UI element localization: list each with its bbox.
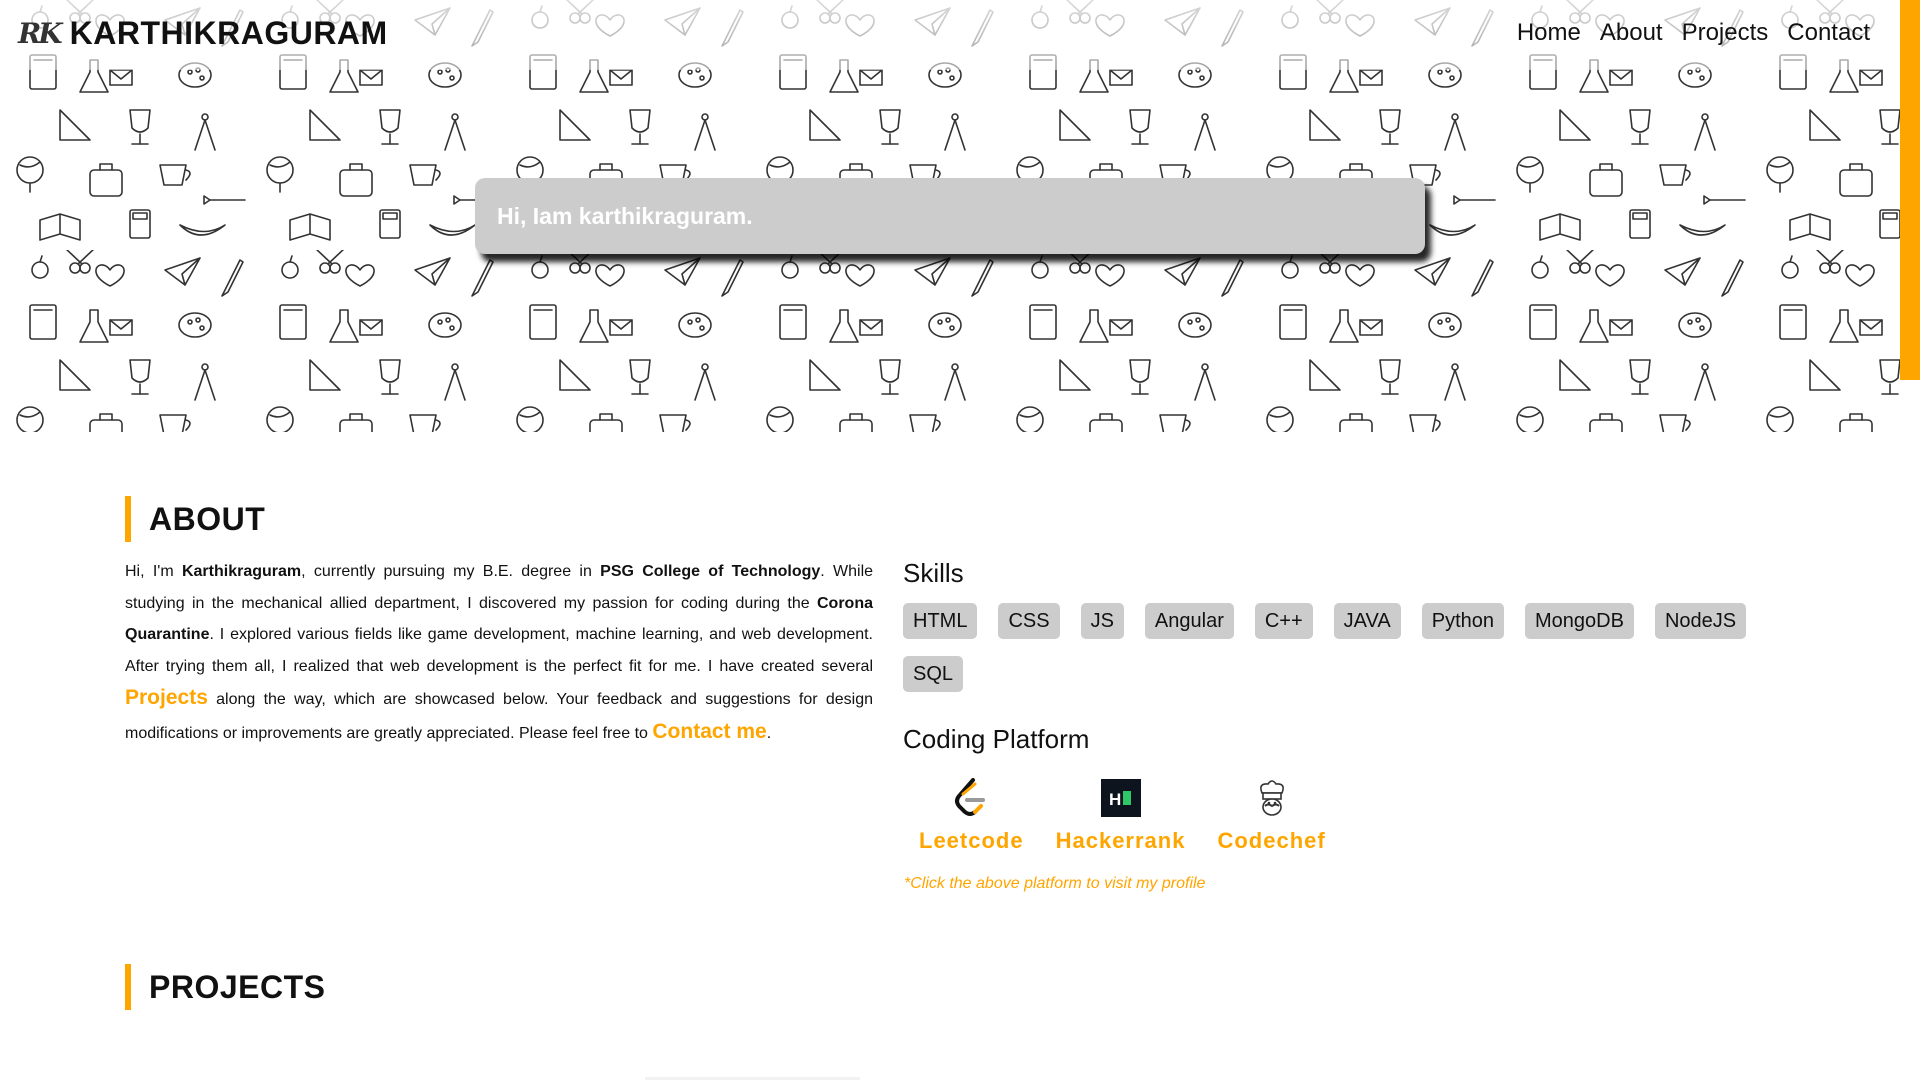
projects-title: PROJECTS	[149, 968, 326, 1005]
about-college: PSG College of Technology	[600, 563, 821, 580]
skill-chip: NodeJS	[1654, 603, 1747, 639]
platform-leetcode[interactable]: Leetcode	[919, 778, 1024, 854]
skill-chip: SQL	[903, 656, 964, 692]
about-text-1: Hi, I'm	[125, 563, 182, 580]
nav-link-projects[interactable]: Projects	[1682, 19, 1769, 47]
nav-link-home[interactable]: Home	[1517, 19, 1581, 47]
nav-link-contact[interactable]: Contact	[1787, 19, 1870, 47]
about-text-6: .	[766, 724, 772, 742]
skill-chip: MongoDB	[1525, 603, 1634, 639]
contact-inline-link[interactable]: Contact me	[652, 720, 766, 743]
top-navbar: RK KARTHIKRAGURAM Home About Projects Co…	[0, 0, 1900, 66]
coding-platform-title: Coding Platform	[903, 724, 1090, 754]
nav-links: Home About Projects Contact	[1517, 19, 1870, 47]
leetcode-icon	[951, 778, 991, 818]
hackerrank-icon: H	[1100, 778, 1141, 818]
about-paragraph: Hi, I'm Karthikraguram, currently pursui…	[125, 556, 873, 749]
brand-logo-icon: RK	[18, 16, 63, 50]
skill-chip: Python	[1421, 603, 1504, 639]
projects-heading-bar	[125, 964, 131, 1010]
skill-chip: JS	[1080, 603, 1124, 639]
platform-note: *Click the above platform to visit my pr…	[904, 875, 1206, 892]
skills-list: HTML CSS JS Angular C++ JAVA Python Mong…	[903, 603, 1783, 709]
brand[interactable]: RK KARTHIKRAGURAM	[18, 15, 388, 52]
skill-chip: JAVA	[1333, 603, 1401, 639]
svg-text:H: H	[1109, 790, 1121, 809]
about-section-heading: ABOUT	[125, 496, 265, 542]
brand-name: KARTHIKRAGURAM	[69, 14, 388, 51]
projects-inline-link[interactable]: Projects	[125, 686, 208, 709]
codechef-icon	[1252, 778, 1292, 818]
platform-label-codechef: Codechef	[1217, 828, 1326, 853]
about-text-2: , currently pursuing my B.E. degree in	[301, 563, 601, 580]
about-title: ABOUT	[149, 500, 266, 537]
skill-chip: HTML	[903, 603, 978, 639]
skill-chip: CSS	[998, 603, 1060, 639]
about-text-4: . I explored various fields like game de…	[125, 626, 873, 675]
projects-section-heading: PROJECTS	[125, 964, 325, 1010]
platform-hackerrank[interactable]: H Hackerrank	[1056, 778, 1186, 854]
orange-scroll-rail[interactable]	[1900, 0, 1920, 380]
about-name: Karthikraguram	[181, 563, 302, 580]
platform-codechef[interactable]: Codechef	[1217, 778, 1325, 854]
nav-link-about[interactable]: About	[1600, 19, 1663, 47]
hero-greeting-text: Hi, Iam karthikraguram.	[497, 202, 753, 229]
skill-chip: C++	[1254, 603, 1313, 639]
platform-label-hackerrank: Hackerrank	[1055, 828, 1186, 853]
skill-chip: Angular	[1144, 603, 1234, 639]
platform-label-leetcode: Leetcode	[919, 828, 1024, 853]
skills-title: Skills	[903, 558, 964, 588]
coding-platform-list: Leetcode H Hackerrank Codechef	[919, 778, 1326, 854]
hero-greeting-card: Hi, Iam karthikraguram.	[475, 178, 1425, 254]
about-heading-bar	[125, 496, 131, 542]
